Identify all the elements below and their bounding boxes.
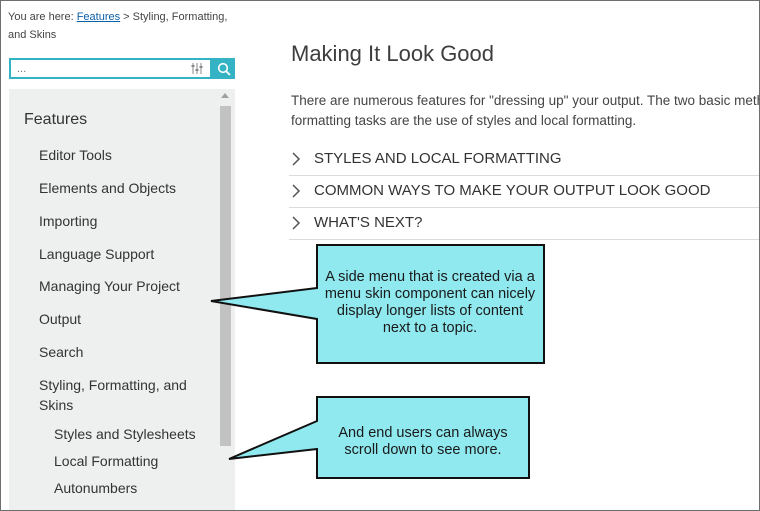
callout-text-scroll: And end users can always scroll down to … [338, 425, 508, 458]
screenshot-frame: You are here: Features > Styling, Format… [0, 0, 760, 511]
callout-text-side-menu: A side menu that is created via a menu s… [324, 269, 536, 336]
